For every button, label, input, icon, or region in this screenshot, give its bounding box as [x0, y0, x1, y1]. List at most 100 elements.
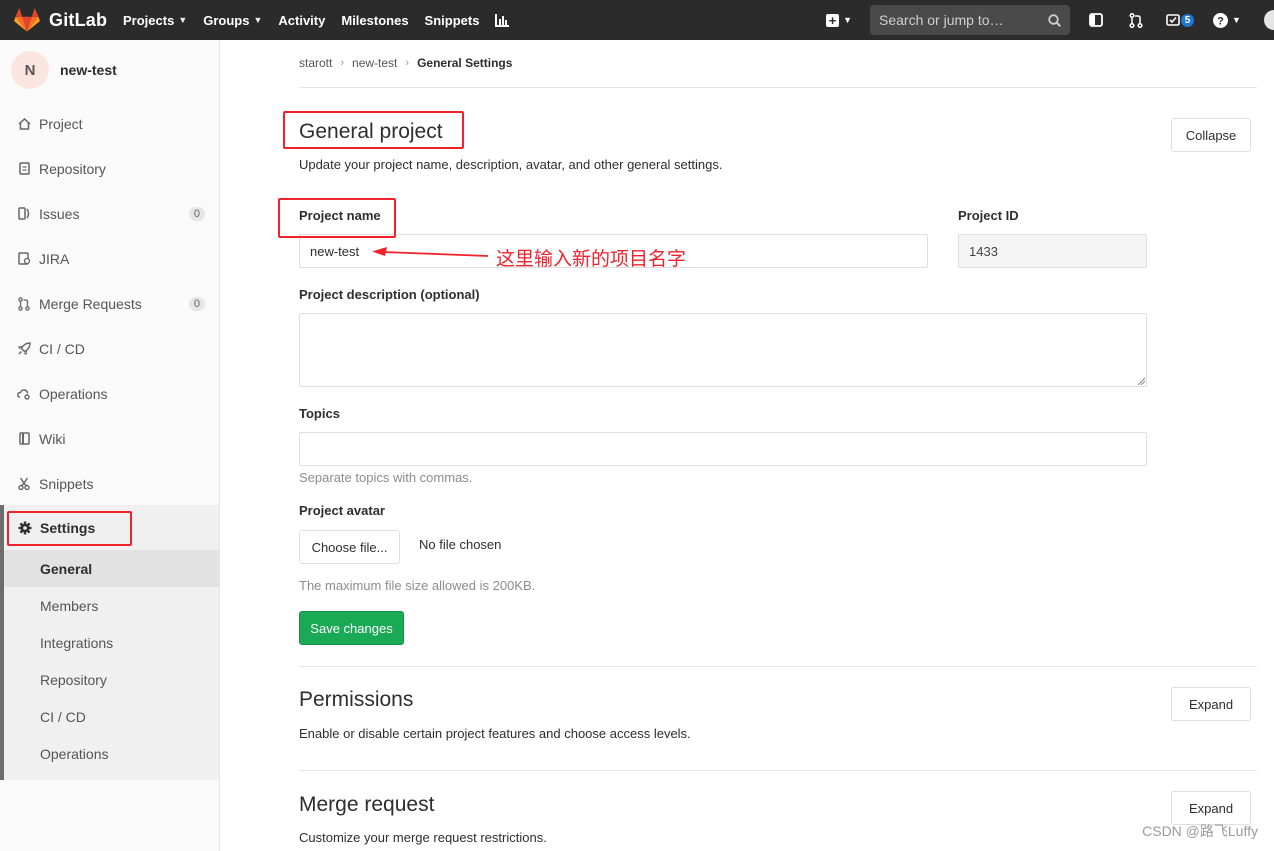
top-navbar: GitLab Projects ▼ Groups ▼ Activity Milest…	[0, 0, 1274, 40]
sidebar-item-label: Wiki	[39, 430, 66, 447]
permissions-title: Permissions	[299, 688, 414, 711]
nav-groups-label: Groups	[203, 12, 250, 28]
nav-milestones[interactable]: Milestones	[333, 0, 416, 40]
search-input[interactable]: Search or jump to…	[870, 5, 1070, 35]
merge-request-expand-button[interactable]: Expand	[1171, 791, 1251, 825]
topics-input[interactable]	[299, 432, 1147, 466]
home-icon	[16, 116, 32, 132]
sidebar-item-jira[interactable]: JIRA	[0, 236, 219, 281]
cloud-gear-icon	[16, 386, 32, 402]
chevron-down-icon: ▼	[843, 15, 852, 25]
divider	[299, 87, 1257, 88]
nav-activity[interactable]: Activity	[270, 0, 333, 40]
breadcrumb-current[interactable]: General Settings	[417, 56, 512, 70]
project-name: new-test	[60, 62, 117, 78]
nav-projects-label: Projects	[123, 12, 175, 28]
breadcrumb-item[interactable]: starott	[299, 56, 332, 70]
nav-groups[interactable]: Groups ▼	[195, 0, 270, 40]
sidebar-subitem-repository[interactable]: Repository	[4, 661, 219, 698]
sidebar-item-label: Project	[39, 115, 83, 132]
plus-square-icon: +	[826, 13, 840, 27]
annotation-text: 这里输入新的项目名字	[496, 248, 687, 270]
sidebar-subitem-members[interactable]: Members	[4, 587, 219, 624]
divider	[299, 770, 1257, 771]
sidebar-item-project[interactable]: Project	[0, 101, 219, 146]
sidebar-subitem-integrations[interactable]: Integrations	[4, 624, 219, 661]
project-sidebar: N new-test Project Repository Issues 0 J…	[0, 40, 220, 851]
svg-text:?: ?	[1217, 15, 1224, 27]
new-dropdown[interactable]: + ▼	[818, 0, 860, 40]
project-id-label: Project ID	[958, 208, 1019, 223]
sidebar-item-merge-requests[interactable]: Merge Requests 0	[0, 281, 219, 326]
sidebar-item-settings[interactable]: Settings	[17, 505, 95, 550]
chevron-down-icon: ▼	[178, 15, 188, 25]
resize-handle-icon[interactable]	[1137, 377, 1145, 385]
breadcrumb-item[interactable]: new-test	[352, 56, 397, 70]
max-size-hint: The maximum file size allowed is 200KB.	[299, 578, 536, 593]
permissions-description: Enable or disable certain project featur…	[299, 726, 691, 741]
sidebar-item-label: Repository	[39, 160, 106, 177]
chevron-right-icon: ›	[405, 57, 410, 69]
jira-icon	[16, 251, 32, 267]
rocket-icon	[16, 341, 32, 357]
settings-label: Settings	[40, 519, 96, 536]
sidebar-item-ci-cd[interactable]: CI / CD	[0, 326, 219, 371]
merge-request-icon	[16, 296, 32, 312]
save-changes-button[interactable]: Save changes	[299, 611, 404, 645]
nav-right: + ▼ Search or jump to… 5 ? ▼	[818, 0, 1274, 40]
todo-check-icon	[1165, 14, 1180, 26]
sidebar-item-label: JIRA	[39, 250, 70, 267]
brand-name: GitLab	[49, 9, 108, 30]
project-description-textarea[interactable]	[299, 313, 1147, 387]
main-content: starott › new-test › General Settings Ge…	[220, 40, 1274, 851]
project-description-label: Project description (optional)	[299, 287, 480, 302]
sidebar-item-label: Snippets	[39, 475, 94, 492]
doc-icon	[16, 161, 32, 177]
sidebar-project-header[interactable]: N new-test	[0, 40, 219, 100]
project-id-field[interactable]: 1433	[958, 234, 1147, 268]
gear-icon	[17, 520, 33, 536]
nav-snippets[interactable]: Snippets	[417, 0, 488, 40]
sidebar-item-operations[interactable]: Operations	[0, 371, 219, 416]
permissions-expand-button[interactable]: Expand	[1171, 687, 1251, 721]
sidebar-item-wiki[interactable]: Wiki	[0, 416, 219, 461]
issues-icon	[16, 206, 32, 222]
gitlab-home-link[interactable]: GitLab	[0, 0, 110, 40]
merge-request-description: Customize your merge request restriction…	[299, 830, 547, 845]
merge-request-icon[interactable]	[1116, 0, 1156, 40]
divider	[299, 666, 1257, 667]
search-placeholder: Search or jump to…	[879, 12, 1004, 28]
watermark: CSDN @路飞Luffy	[1142, 823, 1258, 839]
sidebar-subitem-operations[interactable]: Operations	[4, 735, 219, 772]
chevron-down-icon: ▼	[253, 15, 263, 25]
no-file-text: No file chosen	[419, 537, 502, 552]
annotation-arrow-icon	[372, 247, 489, 257]
sidebar-item-label: Issues	[39, 205, 80, 222]
chevron-down-icon: ▼	[1232, 15, 1241, 25]
todo-count-badge: 5	[1180, 13, 1195, 27]
search-icon	[1048, 13, 1061, 27]
nav-links: Projects ▼ Groups ▼ Activity Milestones Sn…	[115, 0, 517, 40]
sidebar-item-issues[interactable]: Issues 0	[0, 191, 219, 236]
sidebar-item-repository[interactable]: Repository	[0, 146, 219, 191]
user-avatar[interactable]	[1264, 10, 1274, 30]
sidebar-subitem-ci-cd[interactable]: CI / CD	[4, 698, 219, 735]
project-avatar-label: Project avatar	[299, 503, 385, 518]
sidebar-subitem-general[interactable]: General	[4, 550, 219, 587]
sidebar-toggle-icon[interactable]	[1076, 0, 1116, 40]
help-icon: ?	[1213, 12, 1229, 28]
help-dropdown[interactable]: ? ▼	[1204, 0, 1250, 40]
todos-link[interactable]: 5	[1156, 0, 1204, 40]
book-icon	[16, 431, 32, 447]
sidebar-item-label: CI / CD	[39, 340, 85, 357]
choose-file-button[interactable]: Choose file...	[299, 530, 400, 564]
general-project-title: General project	[299, 120, 443, 143]
collapse-button[interactable]: Collapse	[1171, 118, 1251, 152]
issues-count-badge: 0	[188, 206, 205, 221]
chart-icon[interactable]	[487, 0, 517, 40]
general-project-description: Update your project name, description, a…	[299, 157, 723, 172]
sidebar-item-snippets[interactable]: Snippets	[0, 461, 219, 506]
gitlab-logo-icon	[14, 8, 40, 32]
project-avatar: N	[11, 51, 49, 89]
nav-projects[interactable]: Projects ▼	[115, 0, 195, 40]
